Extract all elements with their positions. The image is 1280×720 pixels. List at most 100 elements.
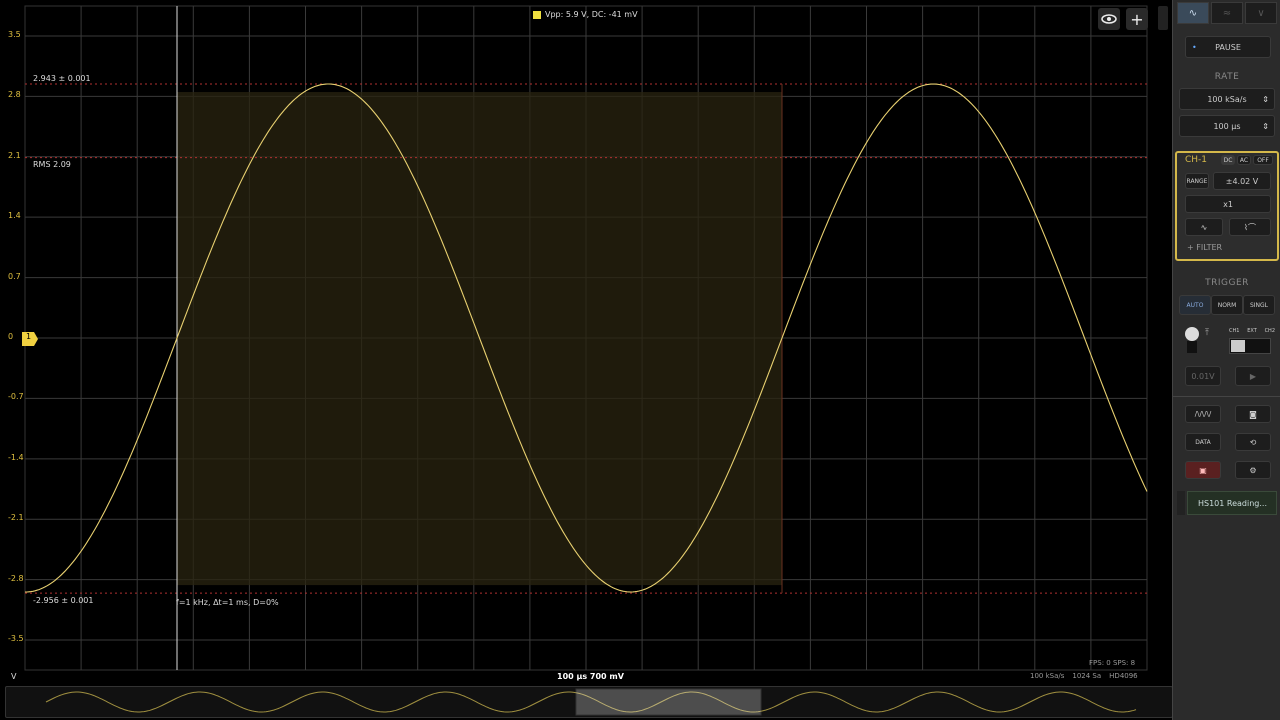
camera-icon: ◙ <box>1249 409 1257 419</box>
ch1-label: CH-1 <box>1185 155 1208 165</box>
generator-icon: ≈ <box>1222 7 1232 19</box>
channel-1-panel: CH-1 DC AC OFF RANGE ±4.02 V x1 ∿ ⌇⌒ + F… <box>1175 151 1279 261</box>
trigger-auto-label: AUTO <box>1186 301 1204 309</box>
plot-area[interactable] <box>0 0 1172 720</box>
upper-cursor-label: 2.943 ± 0.001 <box>33 74 91 83</box>
y-tick-label: -1.4 <box>8 452 24 462</box>
coupling-off-button[interactable]: OFF <box>1253 155 1273 165</box>
rate-value: 100 kSa/s <box>1207 94 1247 104</box>
y-tick-label: -0.7 <box>8 392 24 402</box>
trigger-slider[interactable] <box>1187 341 1197 353</box>
coupling-ac-button[interactable]: AC <box>1237 155 1251 165</box>
waveform-mode-button[interactable]: ∿ <box>1185 218 1223 236</box>
probe-select[interactable]: x1 <box>1185 195 1271 213</box>
rms-label: RMS 2.09 <box>33 160 71 169</box>
trigger-sources: CH1 EXT CH2 <box>1229 328 1275 334</box>
y-tick-label: 2.8 <box>8 90 21 100</box>
coupling-dc-label: DC <box>1223 156 1233 164</box>
waveform-record-button[interactable]: /\/\/\/ <box>1185 405 1221 423</box>
switch-thumb <box>1231 340 1245 352</box>
spinner-icon: ⇕ <box>1262 121 1269 131</box>
probe-value: x1 <box>1223 199 1233 209</box>
timebase-select[interactable]: 100 µs ⇕ <box>1179 115 1275 137</box>
scope-display[interactable]: Vpp: 5.9 V, DC: -41 mV + 3.5 2.8 2.1 1.4 0.7… <box>0 0 1173 720</box>
fft-mode-button[interactable]: ⌇⌒ <box>1229 218 1271 236</box>
overview-strip[interactable] <box>5 686 1173 718</box>
y-tick-label: -3.5 <box>8 634 24 644</box>
screenshot-button[interactable]: ◙ <box>1235 405 1271 423</box>
tab-generator[interactable]: ≈ <box>1211 2 1243 24</box>
tab-oscilloscope[interactable]: ∿ <box>1177 2 1209 24</box>
trigger-source-switch[interactable] <box>1229 338 1271 354</box>
sample-rate-info: 100 kSa/s <box>1030 672 1065 680</box>
status-dot-icon: • <box>1192 42 1197 52</box>
eye-icon <box>1101 14 1117 24</box>
eye-button[interactable] <box>1098 8 1120 30</box>
trigger-auto-button[interactable]: AUTO <box>1179 295 1211 315</box>
spinner-icon: ⇕ <box>1262 94 1269 104</box>
sample-count-info: 1024 Sa <box>1072 672 1102 680</box>
play-icon: ▶ <box>1249 371 1257 381</box>
y-tick-label: -2.1 <box>8 513 24 523</box>
coupling-off-label: OFF <box>1257 156 1269 164</box>
range-button[interactable]: RANGE <box>1185 173 1209 189</box>
coupling-dc-button[interactable]: DC <box>1221 155 1235 165</box>
side-handle[interactable] <box>1158 6 1168 30</box>
divider <box>1173 396 1280 397</box>
y-tick-label: 2.1 <box>8 150 21 160</box>
pause-label: PAUSE <box>1215 42 1241 52</box>
trigger-norm-button[interactable]: NORM <box>1211 295 1243 315</box>
range-select[interactable]: ±4.02 V <box>1213 172 1271 190</box>
trigger-level-value: 0.01V <box>1191 371 1215 381</box>
status-handle[interactable] <box>1177 491 1185 515</box>
trigger-modes: AUTO NORM SINGL <box>1179 295 1275 315</box>
status-text: HS101 Reading... <box>1198 498 1268 508</box>
source-ch2-label: CH2 <box>1264 328 1275 334</box>
rate-select[interactable]: 100 kSa/s ⇕ <box>1179 88 1275 110</box>
source-ch1-label: CH1 <box>1229 328 1240 334</box>
legend-text: Vpp: 5.9 V, DC: -41 mV <box>545 10 638 19</box>
trigger-single-button[interactable]: SINGL <box>1243 295 1275 315</box>
overview-window <box>575 688 762 716</box>
range-value: ±4.02 V <box>1225 176 1259 186</box>
waveform-icon: /\/\/\/ <box>1194 410 1212 418</box>
measurement-legend: Vpp: 5.9 V, DC: -41 mV <box>533 10 638 19</box>
resolution-info: HD4096 <box>1109 672 1138 680</box>
trigger-level-input[interactable]: 0.01V <box>1185 366 1221 386</box>
y-tick-label: 3.5 <box>8 29 21 39</box>
channel-1-marker[interactable]: 1 <box>22 331 38 346</box>
history-icon: ⟲ <box>1249 437 1257 447</box>
pause-button[interactable]: • PAUSE <box>1185 36 1271 58</box>
trigger-arm-button[interactable]: ▶ <box>1235 366 1271 386</box>
channel-marker-label: 1 <box>26 332 32 341</box>
status-bar: HS101 Reading... <box>1187 491 1277 515</box>
timebase-value: 100 µs <box>1213 121 1241 131</box>
chevron-down-icon: ∨ <box>1257 7 1265 19</box>
data-label: DATA <box>1195 438 1211 446</box>
unit-label: V <box>11 672 17 681</box>
filter-toggle[interactable]: + FILTER <box>1187 243 1222 252</box>
rate-label: RATE <box>1214 72 1240 82</box>
trigger-knob-icon[interactable] <box>1185 327 1199 341</box>
history-button[interactable]: ⟲ <box>1235 433 1271 451</box>
time-scale-label: 100 µs 700 mV <box>557 672 624 681</box>
add-button[interactable]: + <box>1126 8 1148 30</box>
control-panel: ∿ ≈ ∨ • PAUSE RATE 100 kSa/s ⇕ 100 µs ⇕ … <box>1172 0 1280 720</box>
settings-button[interactable]: ⚙ <box>1235 461 1271 479</box>
measure-label: f=1 kHz, Δt=1 ms, D=0% <box>176 598 279 607</box>
cube-icon: ▣ <box>1199 465 1207 475</box>
gear-icon: ⚙ <box>1249 465 1257 475</box>
tab-collapse[interactable]: ∨ <box>1245 2 1277 24</box>
device-button[interactable]: ▣ <box>1185 461 1221 479</box>
y-tick-label: -2.8 <box>8 573 24 583</box>
y-tick-label: 0.7 <box>8 271 21 281</box>
overview-waveform <box>45 688 1137 716</box>
mode-tabs: ∿ ≈ ∨ <box>1177 2 1277 24</box>
data-export-button[interactable]: DATA <box>1185 433 1221 451</box>
trigger-label: TRIGGER <box>1205 278 1249 288</box>
slope-icon[interactable]: ⤒ <box>1205 328 1209 338</box>
y-tick-label: 0 <box>8 332 14 341</box>
trigger-norm-label: NORM <box>1217 301 1237 309</box>
sine-wave-icon: ∿ <box>1200 222 1208 232</box>
coupling-ac-label: AC <box>1239 156 1249 164</box>
